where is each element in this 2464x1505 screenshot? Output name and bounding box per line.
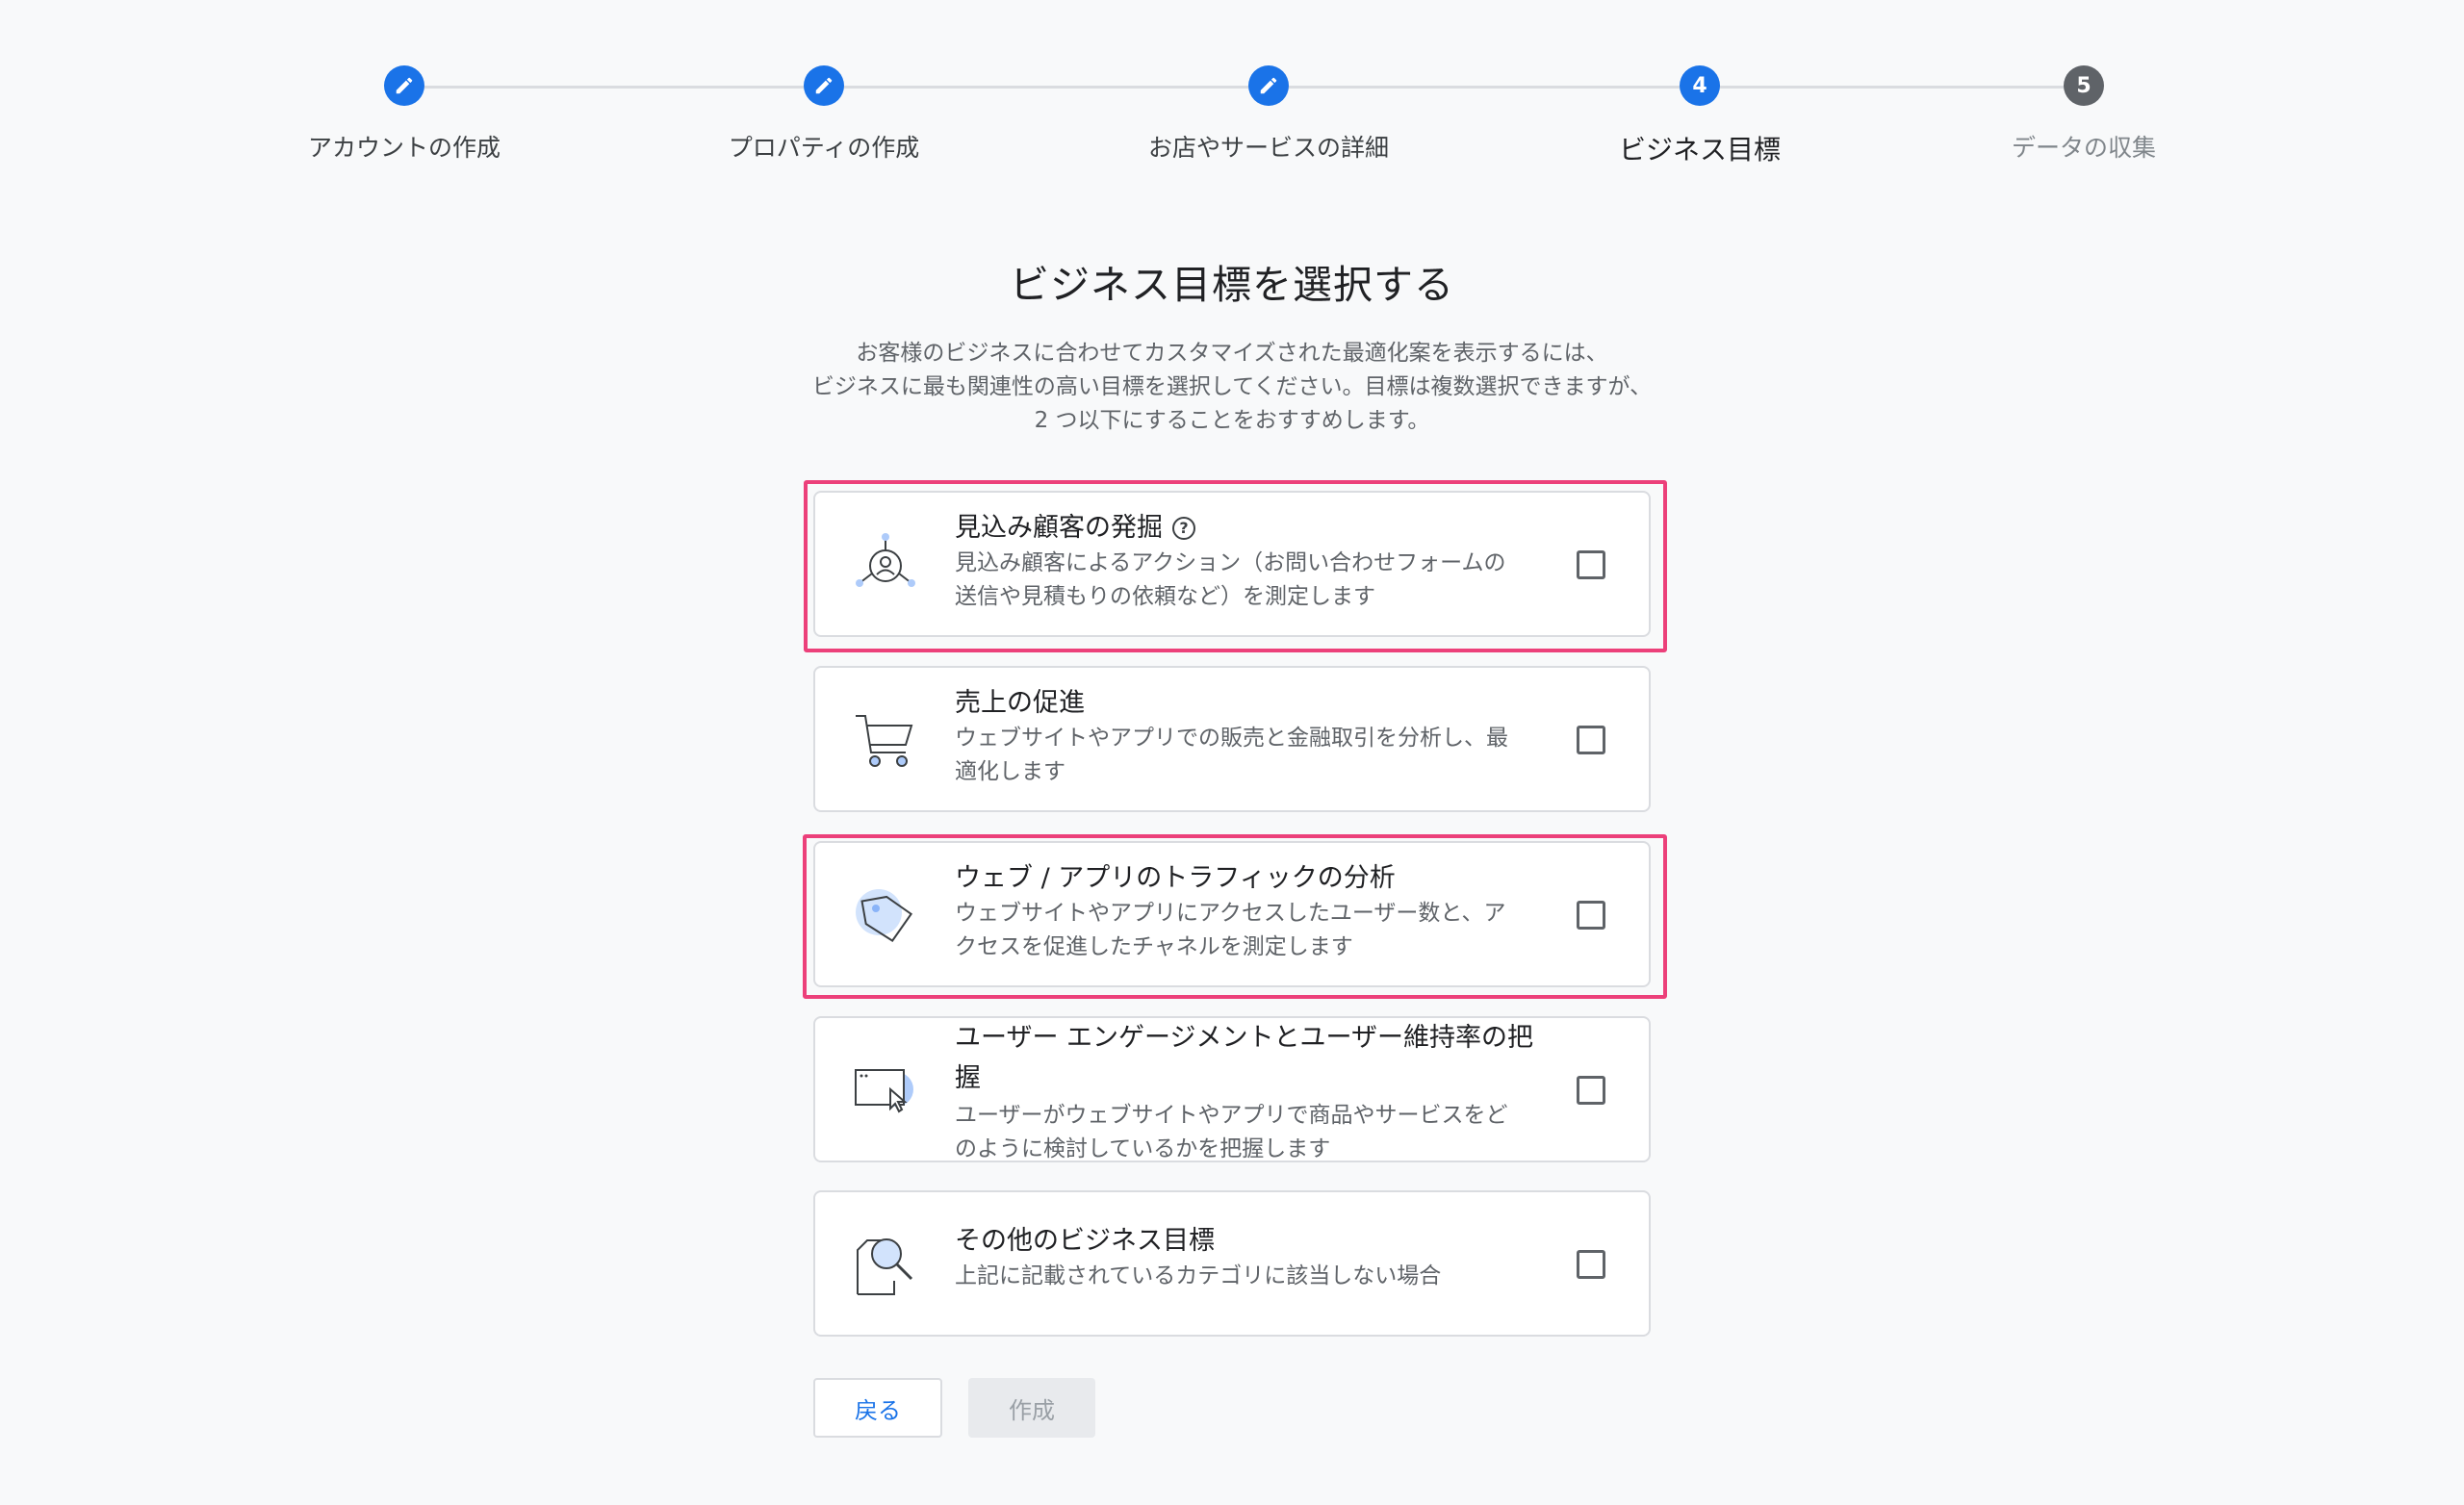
desc-line: ユーザーがウェブサイトやアプリで商品やサービスをど (955, 1103, 1508, 1128)
option-text: その他のビジネス目標 上記に記載されているカテゴリに該当しない場合 (955, 1223, 1571, 1293)
option-user-engagement[interactable]: ユーザー エンゲージメントとユーザー維持率の把 握 ユーザーがウェブサイトやアプ… (813, 1016, 1651, 1162)
price-tag-icon (852, 881, 919, 949)
checkbox-traffic-analysis[interactable] (1577, 901, 1605, 930)
step-label-property: プロパティの作成 (728, 134, 920, 162)
option-title: ウェブ / アプリのトラフィックの分析 (955, 863, 1396, 893)
option-text: 売上の促進 ウェブサイトやアプリでの販売と金融取引を分析し、最 適化します (955, 685, 1571, 789)
document-magnifier-icon (852, 1231, 919, 1298)
step-property[interactable]: プロパティの作成 (680, 65, 968, 164)
shopping-cart-icon (852, 706, 919, 774)
page-intro: お客様のビジネスに合わせてカスタマイズされた最適化案を表示するには、 ビジネスに… (0, 337, 2464, 438)
option-lead-generation[interactable]: 見込み顧客の発掘 ? 見込み顧客によるアクション（お問い合わせフォームの 送信や… (813, 491, 1651, 637)
checkbox-user-engagement[interactable] (1577, 1076, 1605, 1105)
option-title-row: ユーザー エンゲージメントとユーザー維持率の把 握 (955, 1018, 1571, 1099)
option-title: 見込み顧客の発掘 (955, 513, 1163, 543)
page-title: ビジネス目標を選択する (1010, 262, 1454, 308)
option-description: ウェブサイトやアプリでの販売と金融取引を分析し、最 適化します (955, 722, 1571, 789)
option-title-line: 握 (955, 1063, 981, 1093)
create-button[interactable]: 作成 (968, 1378, 1095, 1438)
option-title: その他のビジネス目標 (955, 1226, 1215, 1256)
leads-network-icon (852, 531, 919, 599)
step-number-4: 4 (1680, 65, 1720, 106)
step-business-details[interactable]: お店やサービスの詳細 (1124, 65, 1413, 164)
step-data-collection: 5 データの収集 (1939, 65, 2228, 164)
step-number-5: 5 (2064, 65, 2104, 106)
desc-line: クセスを促進したチャネルを測定します (955, 934, 1353, 959)
option-drive-sales[interactable]: 売上の促進 ウェブサイトやアプリでの販売と金融取引を分析し、最 適化します (813, 666, 1651, 812)
pencil-icon (1248, 65, 1289, 106)
option-description: 上記に記載されているカテゴリに該当しない場合 (955, 1260, 1571, 1293)
option-traffic-analysis[interactable]: ウェブ / アプリのトラフィックの分析 ウェブサイトやアプリにアクセスしたユーザ… (813, 841, 1651, 987)
desc-line: ウェブサイトやアプリでの販売と金融取引を分析し、最 (955, 726, 1508, 751)
step-label-account: アカウントの作成 (307, 134, 500, 162)
option-title-row: その他のビジネス目標 (955, 1223, 1571, 1260)
option-title-row: 見込み顧客の発掘 ? (955, 510, 1571, 547)
step-label-data-collection: データの収集 (2011, 134, 2156, 162)
intro-line: 2 つ以下にすることをおすすめします。 (1034, 408, 1430, 433)
step-account[interactable]: アカウントの作成 (260, 65, 549, 164)
checkbox-other-goals[interactable] (1577, 1250, 1605, 1279)
option-text: 見込み顧客の発掘 ? 見込み顧客によるアクション（お問い合わせフォームの 送信や… (955, 510, 1571, 614)
option-title-row: 売上の促進 (955, 685, 1571, 722)
step-label-business-details: お店やサービスの詳細 (1147, 134, 1389, 162)
intro-line: お客様のビジネスに合わせてカスタマイズされた最適化案を表示するには、 (856, 341, 1608, 366)
option-title-row: ウェブ / アプリのトラフィックの分析 (955, 860, 1571, 897)
option-title: 売上の促進 (955, 688, 1085, 718)
checkbox-lead-generation[interactable] (1577, 550, 1605, 579)
help-icon[interactable]: ? (1172, 517, 1195, 540)
desc-line: 上記に記載されているカテゴリに該当しない場合 (955, 1263, 1442, 1288)
step-business-goals: 4 ビジネス目標 (1555, 65, 1844, 167)
option-title-line: ユーザー エンゲージメントとユーザー維持率の把 (955, 1023, 1533, 1053)
desc-line: 見込み顧客によるアクション（お問い合わせフォームの (955, 550, 1506, 575)
option-other-goals[interactable]: その他のビジネス目標 上記に記載されているカテゴリに該当しない場合 (813, 1190, 1651, 1337)
desc-line: ウェブサイトやアプリにアクセスしたユーザー数と、ア (955, 901, 1506, 926)
intro-line: ビジネスに最も関連性の高い目標を選択してください。目標は複数選択できますが、 (811, 374, 1653, 399)
desc-line: 適化します (955, 759, 1065, 784)
pencil-icon (384, 65, 424, 106)
option-description: ウェブサイトやアプリにアクセスしたユーザー数と、ア クセスを促進したチャネルを測… (955, 897, 1571, 964)
option-description: 見込み顧客によるアクション（お問い合わせフォームの 送信や見積もりの依頼など）を… (955, 547, 1571, 614)
back-button[interactable]: 戻る (813, 1378, 942, 1438)
option-text: ユーザー エンゲージメントとユーザー維持率の把 握 ユーザーがウェブサイトやアプ… (955, 1018, 1571, 1166)
step-label-business-goals: ビジネス目標 (1618, 134, 1781, 166)
pencil-icon (804, 65, 844, 106)
desc-line: 送信や見積もりの依頼など）を測定します (955, 584, 1375, 609)
browser-cursor-icon (852, 1057, 919, 1124)
option-description: ユーザーがウェブサイトやアプリで商品やサービスをど のように検討しているかを把握… (955, 1099, 1571, 1166)
option-text: ウェブ / アプリのトラフィックの分析 ウェブサイトやアプリにアクセスしたユーザ… (955, 860, 1571, 964)
progress-stepper: アカウントの作成 プロパティの作成 お店やサービスの詳細 4 ビジネス目標 5 … (0, 0, 2464, 192)
checkbox-drive-sales[interactable] (1577, 726, 1605, 754)
desc-line: のように検討しているかを把握します (955, 1136, 1331, 1161)
